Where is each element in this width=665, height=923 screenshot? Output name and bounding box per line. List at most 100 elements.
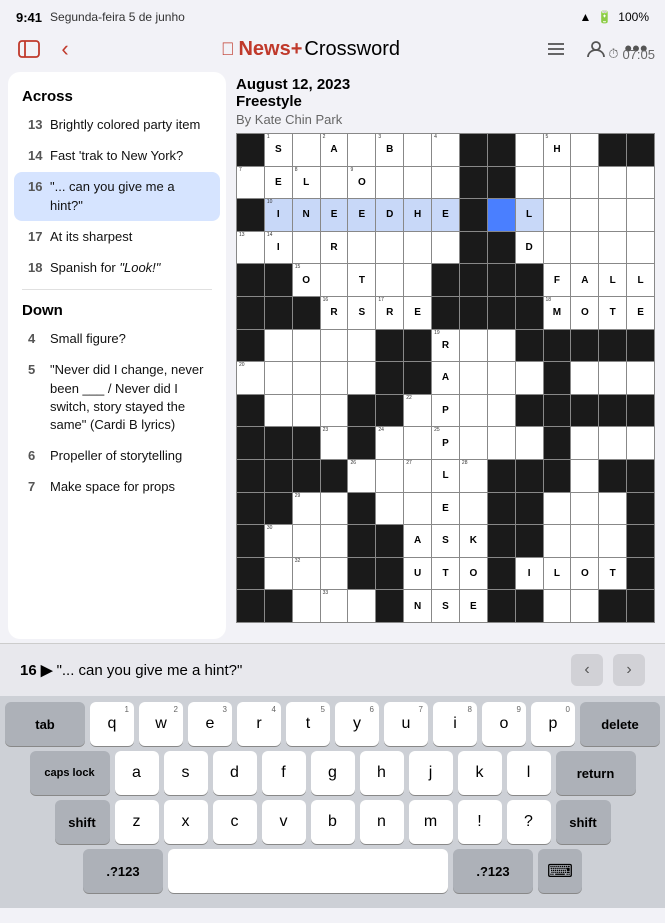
grid-cell[interactable] xyxy=(293,297,320,329)
grid-cell[interactable]: E xyxy=(460,590,487,622)
grid-cell[interactable] xyxy=(488,460,515,492)
grid-cell[interactable] xyxy=(293,460,320,492)
emoji-key[interactable]: ⌨ xyxy=(538,849,582,893)
key-e[interactable]: 3e xyxy=(188,702,232,746)
grid-cell[interactable] xyxy=(544,199,571,231)
grid-cell[interactable] xyxy=(460,330,487,362)
grid-cell[interactable]: L xyxy=(516,199,543,231)
grid-cell[interactable]: A xyxy=(432,362,459,394)
grid-cell[interactable] xyxy=(544,460,571,492)
grid-cell[interactable] xyxy=(321,264,348,296)
grid-cell[interactable] xyxy=(237,297,264,329)
grid-cell[interactable] xyxy=(627,232,654,264)
grid-cell[interactable] xyxy=(376,167,403,199)
grid-cell[interactable]: T xyxy=(599,558,626,590)
grid-cell[interactable] xyxy=(376,590,403,622)
grid-cell[interactable] xyxy=(599,167,626,199)
grid-cell[interactable] xyxy=(237,264,264,296)
grid-cell[interactable] xyxy=(627,167,654,199)
grid-cell[interactable] xyxy=(516,134,543,166)
grid-cell[interactable] xyxy=(599,493,626,525)
grid-cell[interactable] xyxy=(544,232,571,264)
grid-cell[interactable] xyxy=(265,558,292,590)
grid-cell[interactable]: 26 xyxy=(348,460,375,492)
key-question[interactable]: ? xyxy=(507,800,551,844)
grid-cell[interactable] xyxy=(599,199,626,231)
grid-cell[interactable] xyxy=(599,427,626,459)
grid-cell[interactable] xyxy=(488,134,515,166)
grid-cell[interactable] xyxy=(627,134,654,166)
grid-cell[interactable]: 29 xyxy=(293,493,320,525)
grid-cell[interactable] xyxy=(460,427,487,459)
grid-cell[interactable] xyxy=(265,264,292,296)
grid-cell[interactable] xyxy=(432,264,459,296)
grid-cell[interactable]: 30 xyxy=(265,525,292,557)
grid-cell[interactable] xyxy=(488,297,515,329)
grid-cell[interactable] xyxy=(404,167,431,199)
grid-cell[interactable] xyxy=(571,134,598,166)
key-k[interactable]: k xyxy=(458,751,502,795)
grid-cell[interactable] xyxy=(599,590,626,622)
grid-cell[interactable]: P xyxy=(432,395,459,427)
grid-cell[interactable]: O xyxy=(571,558,598,590)
crossword-grid[interactable]: 1S2A3B45H7E8L9O10INEEDHEL1314IRD15OTFALL… xyxy=(236,133,655,623)
grid-cell[interactable] xyxy=(516,362,543,394)
grid-cell[interactable] xyxy=(627,590,654,622)
grid-cell[interactable] xyxy=(599,232,626,264)
grid-cell[interactable] xyxy=(237,199,264,231)
grid-cell[interactable]: 28 xyxy=(460,460,487,492)
key-exclaim[interactable]: ! xyxy=(458,800,502,844)
shift-right-key[interactable]: shift xyxy=(556,800,611,844)
tab-key[interactable]: tab xyxy=(5,702,85,746)
grid-cell[interactable] xyxy=(293,330,320,362)
grid-cell[interactable]: 3B xyxy=(376,134,403,166)
grid-cell[interactable] xyxy=(516,297,543,329)
grid-cell[interactable] xyxy=(460,232,487,264)
grid-cell[interactable] xyxy=(348,558,375,590)
grid-cell[interactable]: U xyxy=(404,558,431,590)
grid-cell[interactable]: 2A xyxy=(321,134,348,166)
grid-cell[interactable] xyxy=(488,558,515,590)
key-w[interactable]: 2w xyxy=(139,702,183,746)
grid-cell[interactable] xyxy=(488,330,515,362)
grid-cell[interactable] xyxy=(516,493,543,525)
grid-cell[interactable] xyxy=(348,134,375,166)
grid-cell[interactable]: E xyxy=(348,199,375,231)
grid-cell[interactable]: 8L xyxy=(293,167,320,199)
grid-cell[interactable] xyxy=(488,199,515,231)
grid-cell[interactable] xyxy=(265,297,292,329)
grid-cell[interactable]: 23 xyxy=(321,427,348,459)
grid-cell[interactable]: 20 xyxy=(237,362,264,394)
grid-cell[interactable] xyxy=(627,427,654,459)
grid-cell[interactable] xyxy=(321,460,348,492)
clue-across-17[interactable]: 17 At its sharpest xyxy=(14,222,220,252)
grid-cell[interactable] xyxy=(599,134,626,166)
grid-cell[interactable] xyxy=(237,590,264,622)
grid-cell[interactable]: D xyxy=(516,232,543,264)
grid-cell[interactable]: L xyxy=(544,558,571,590)
grid-cell[interactable] xyxy=(265,493,292,525)
grid-cell[interactable] xyxy=(627,558,654,590)
grid-cell[interactable]: 4 xyxy=(432,134,459,166)
grid-cell[interactable] xyxy=(516,460,543,492)
grid-cell[interactable] xyxy=(321,395,348,427)
key-l[interactable]: l xyxy=(507,751,551,795)
grid-cell[interactable] xyxy=(488,232,515,264)
grid-cell[interactable] xyxy=(265,330,292,362)
grid-cell[interactable] xyxy=(265,362,292,394)
grid-cell[interactable] xyxy=(293,134,320,166)
grid-cell[interactable]: T xyxy=(432,558,459,590)
grid-cell[interactable]: 33 xyxy=(321,590,348,622)
grid-cell[interactable] xyxy=(571,493,598,525)
grid-cell[interactable]: S xyxy=(432,525,459,557)
grid-cell[interactable]: E xyxy=(265,167,292,199)
key-m[interactable]: m xyxy=(409,800,453,844)
grid-cell[interactable]: 1S xyxy=(265,134,292,166)
grid-cell[interactable] xyxy=(571,460,598,492)
grid-cell[interactable]: N xyxy=(404,590,431,622)
grid-cell[interactable]: 13 xyxy=(237,232,264,264)
grid-cell[interactable] xyxy=(404,493,431,525)
grid-cell[interactable]: L xyxy=(432,460,459,492)
grid-cell[interactable] xyxy=(237,460,264,492)
grid-cell[interactable]: T xyxy=(348,264,375,296)
